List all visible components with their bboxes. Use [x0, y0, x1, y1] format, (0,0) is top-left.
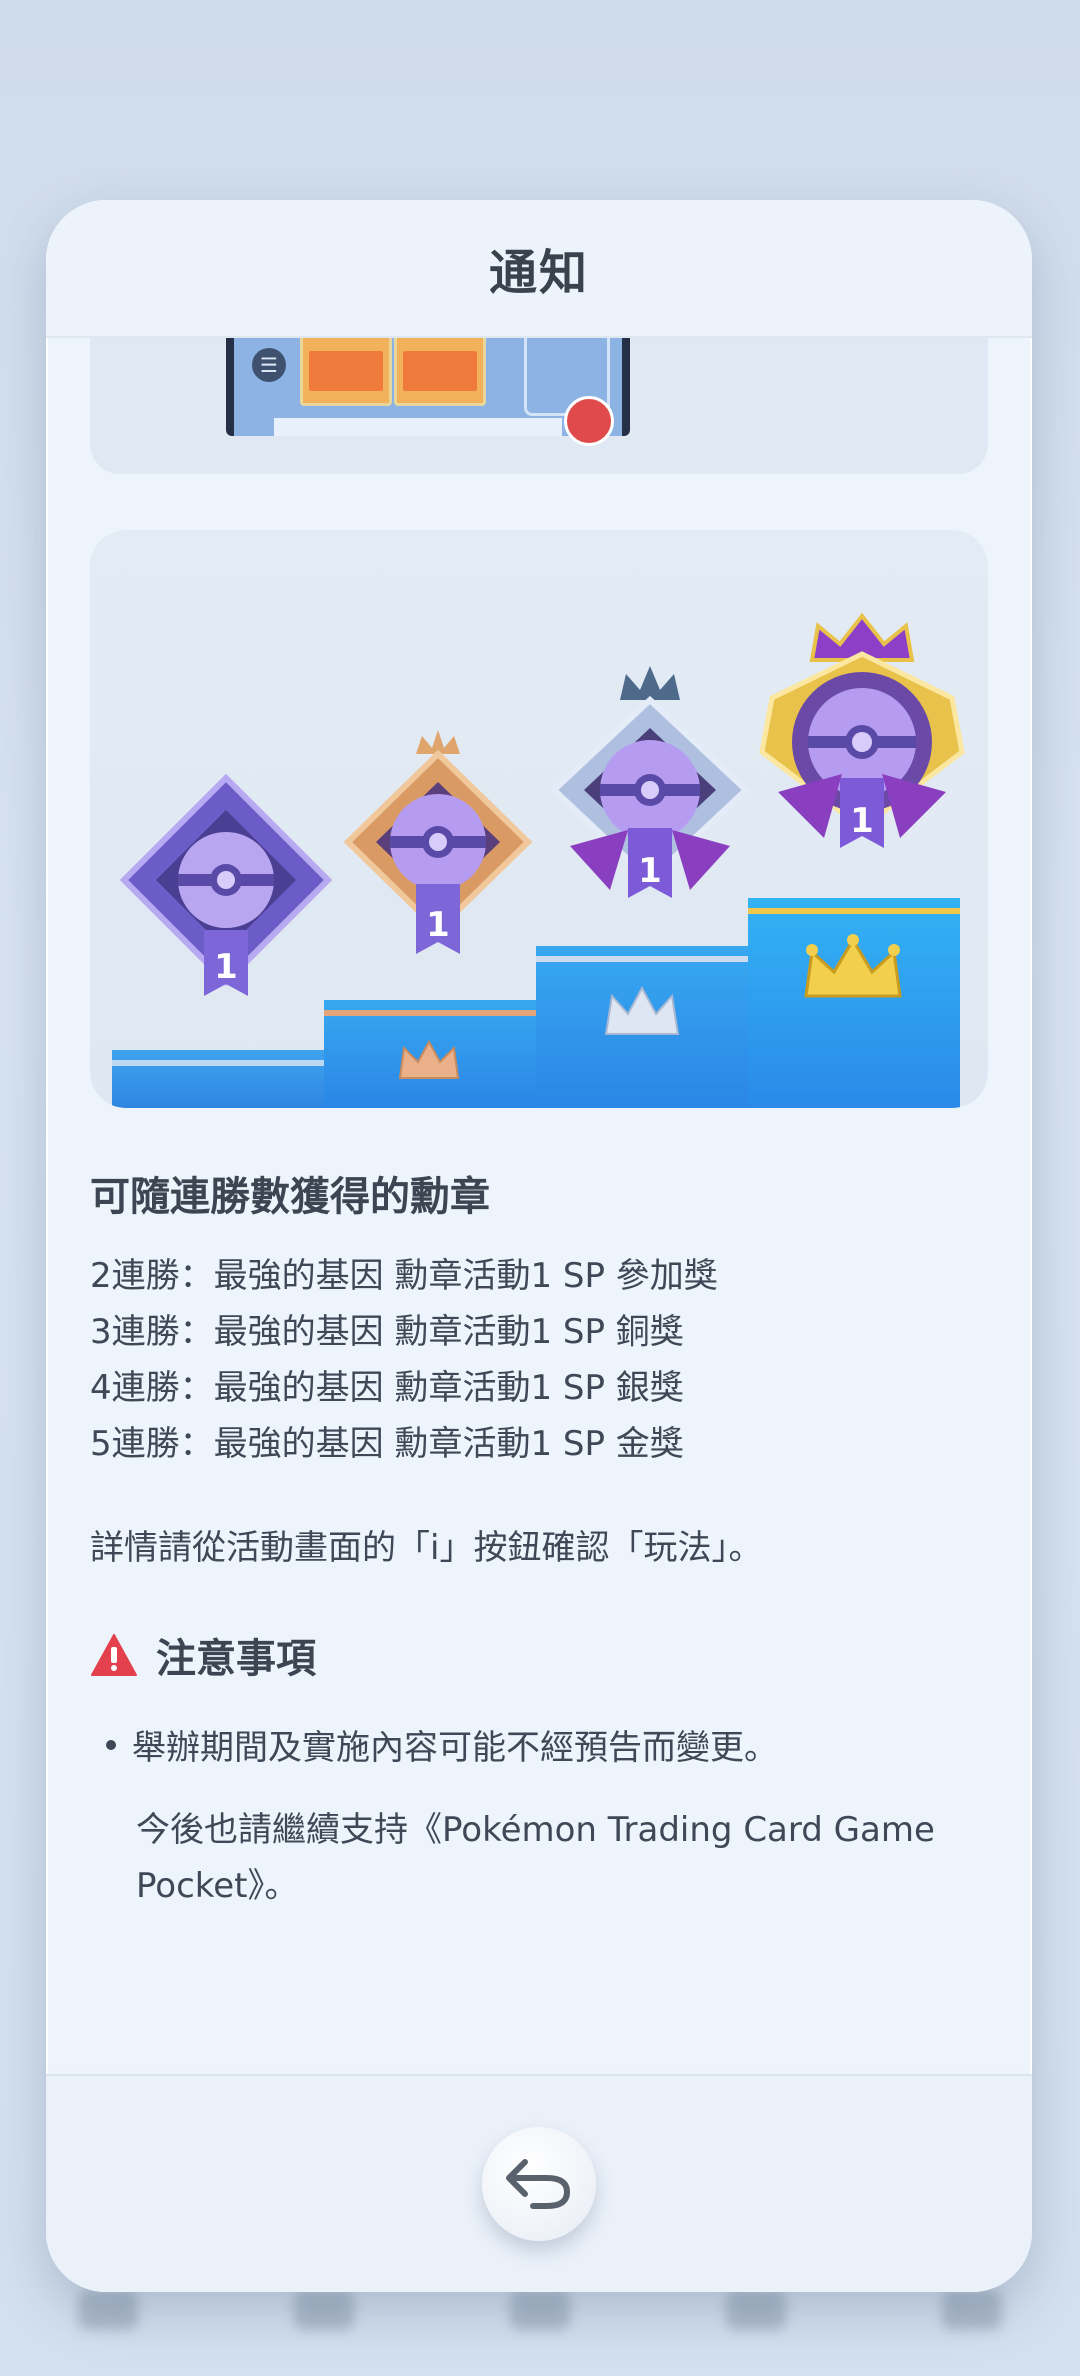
svg-text:1: 1 [214, 947, 238, 987]
silver-crown-icon [604, 985, 680, 1035]
notification-dialog: 通知 ☰ 1 1 1 1 可隨連勝數獲得的勳章 2連勝：最強的基因 勳章活動1 … [46, 200, 1032, 2292]
reward-line: 2連勝：最強的基因 勳章活動1 SP 參加獎 [90, 1256, 718, 1296]
reward-line: 4連勝：最強的基因 勳章活動1 SP 銀獎 [90, 1368, 684, 1408]
podium-step-participation [112, 1050, 324, 1108]
notice-bullet-text: 舉辦期間及實施內容可能不經預告而變更。 [132, 1728, 778, 1768]
podium-step-bronze [324, 1000, 536, 1108]
gold-medal-icon: 1 [759, 612, 965, 848]
medals-image: 1 1 1 1 [90, 530, 988, 1108]
dialog-footer [46, 2074, 1032, 2292]
silver-medal-icon: 1 [549, 666, 751, 898]
svg-text:1: 1 [638, 851, 662, 891]
dialog-header: 通知 [46, 200, 1032, 338]
medals-section-title: 可隨連勝數獲得的勳章 [90, 1174, 490, 1220]
notice-heading: 注意事項 [90, 1626, 316, 1684]
menu-icon: ☰ [252, 348, 286, 382]
notice-bullet: 舉辦期間及實施內容可能不經預告而變更。 [106, 1720, 778, 1769]
avatar [564, 396, 614, 446]
reward-line: 3連勝：最強的基因 勳章活動1 SP 銅獎 [90, 1312, 684, 1352]
back-button[interactable] [482, 2127, 596, 2241]
background-tab [726, 2290, 786, 2330]
svg-text:1: 1 [426, 905, 450, 945]
return-arrow-icon [506, 2159, 571, 2209]
svg-text:1: 1 [850, 801, 874, 841]
bronze-crown-icon [398, 1039, 460, 1079]
closing-text: 今後也請繼續支持《Pokémon Trading Card Game Pocke… [136, 1810, 935, 1906]
notification-content[interactable]: ☰ 1 1 1 1 可隨連勝數獲得的勳章 2連勝：最強的基因 勳章活動1 SP … [46, 336, 1032, 2278]
reward-line: 5連勝：最強的基因 勳章活動1 SP 金獎 [90, 1424, 684, 1464]
background-tab [294, 2290, 354, 2330]
game-screenshot-image: ☰ [226, 336, 630, 446]
bronze-medal-icon: 1 [343, 730, 533, 954]
podium-step-gold [748, 898, 960, 1108]
bullet-dot [106, 1739, 116, 1750]
warning-icon [91, 1634, 137, 1676]
banner-image-card: ☰ [90, 336, 988, 474]
podium-step-silver [536, 946, 748, 1108]
notice-title: 注意事項 [156, 1636, 316, 1682]
gold-crown-icon [804, 934, 902, 998]
details-text: 詳情請從活動畫面的「i」按鈕確認「玩法」。 [90, 1528, 763, 1568]
participation-medal-icon: 1 [119, 773, 333, 996]
background-tab-bar [0, 2290, 1080, 2376]
background-tab [78, 2290, 138, 2330]
background-tab [942, 2290, 1002, 2330]
background-tab [510, 2290, 570, 2330]
dialog-title: 通知 [488, 245, 589, 301]
